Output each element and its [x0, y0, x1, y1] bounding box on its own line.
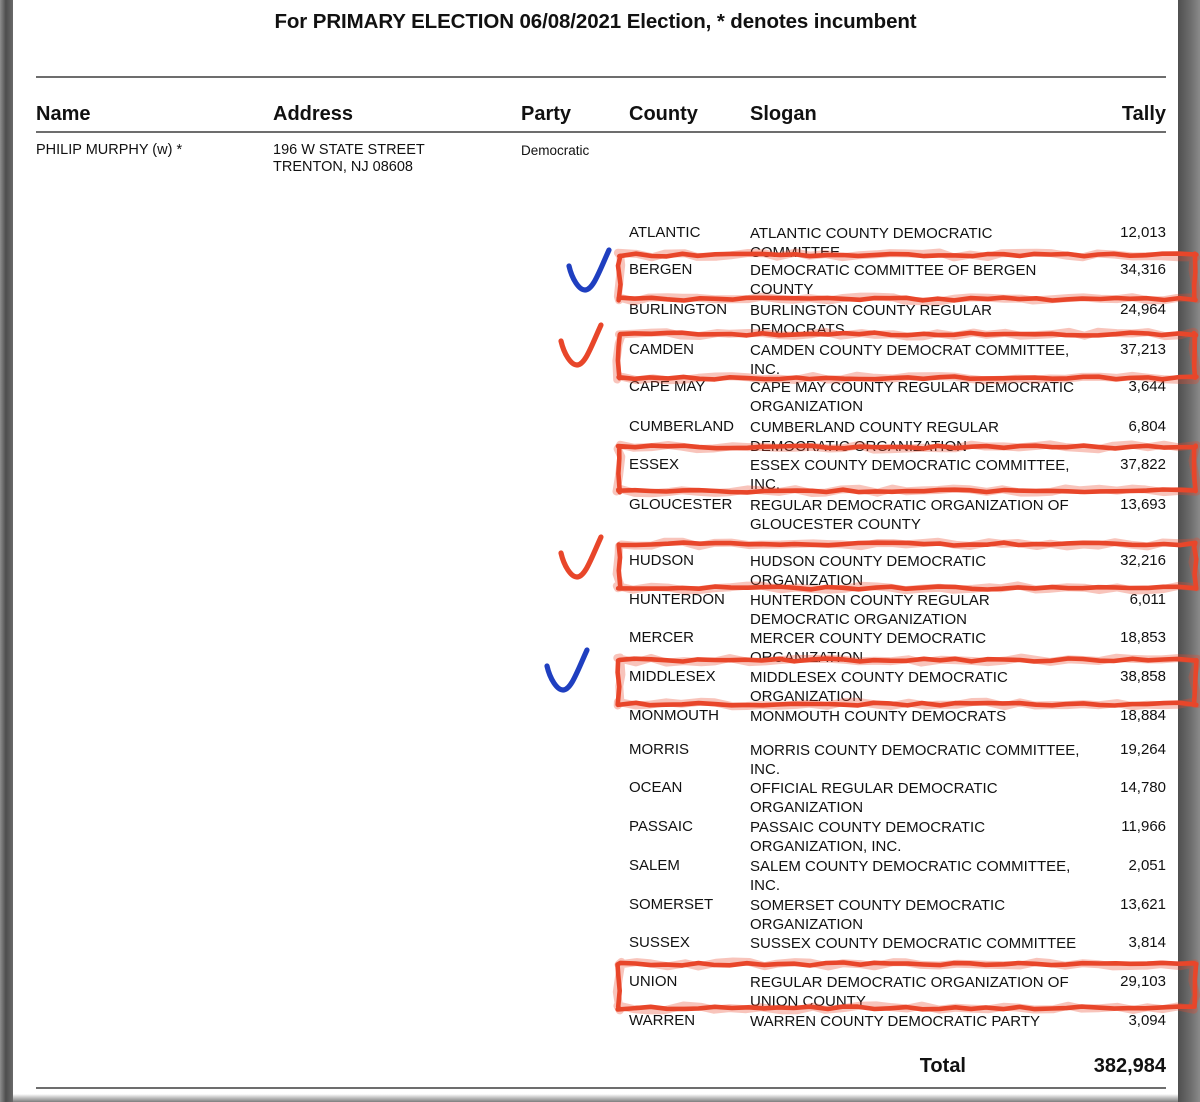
row-county-name: SALEM: [629, 857, 680, 874]
row-tally: 32,216: [1120, 552, 1166, 569]
row-county-name: HUDSON: [629, 552, 695, 569]
row-county-name: OCEAN: [629, 779, 683, 796]
row-county-name: SOMERSET: [629, 896, 714, 913]
row-tally: 18,853: [1120, 629, 1166, 646]
row-county-name: BURLINGTON: [629, 301, 728, 318]
row-tally: 37,213: [1120, 341, 1166, 358]
row-tally: 11,966: [1121, 818, 1166, 835]
page-right-edge-shadow: [1178, 0, 1200, 1102]
row-county-name: ESSEX: [629, 456, 680, 473]
row-county-name: PASSAIC: [629, 818, 693, 835]
document-page: For PRIMARY ELECTION 06/08/2021 Election…: [13, 0, 1178, 1102]
row-tally: 19,264: [1120, 741, 1166, 758]
row-county-name: WARREN: [629, 1012, 696, 1029]
row-tally: 3,094: [1128, 1012, 1166, 1029]
row-county-name: ATLANTIC: [629, 224, 701, 241]
total-value: 382,984: [1093, 1055, 1166, 1077]
row-county-name: CAPE MAY: [629, 378, 706, 395]
row-tally: 29,103: [1120, 973, 1166, 990]
county-tally-list: ATLANTIC ATLANTIC COUNTY DEMOCRATIC COMMI…: [13, 0, 1178, 1102]
row-tally: 13,621: [1120, 896, 1166, 913]
row-tally: 34,316: [1120, 261, 1166, 278]
row-tally: 2,051: [1128, 857, 1166, 874]
row-tally: 18,884: [1120, 707, 1166, 724]
row-county-name: MERCER: [629, 629, 695, 646]
row-county-name: BERGEN: [629, 261, 693, 278]
page-left-edge-shadow: [0, 0, 13, 1102]
row-tally: 6,011: [1129, 591, 1166, 608]
row-tally: 6,804: [1128, 418, 1166, 435]
row-county-name: SUSSEX: [629, 934, 690, 951]
row-tally: 38,858: [1120, 668, 1166, 685]
row-county-name: UNION: [629, 973, 678, 990]
row-tally: 3,644: [1128, 378, 1166, 395]
row-tally: 37,822: [1120, 456, 1166, 473]
page-bottom-edge-shadow: [13, 1094, 1178, 1102]
row-county-name: MONMOUTH: [629, 707, 719, 724]
row-county-name: CAMDEN: [629, 341, 695, 358]
row-county-name: GLOUCESTER: [629, 496, 733, 513]
row-tally: 14,780: [1120, 779, 1166, 796]
row-tally: 3,814: [1128, 934, 1166, 951]
row-tally: 13,693: [1120, 496, 1166, 513]
row-county-name: HUNTERDON: [629, 591, 725, 608]
document-page-wrapper: For PRIMARY ELECTION 06/08/2021 Election…: [0, 0, 1200, 1102]
row-county-name: MIDDLESEX: [629, 668, 716, 685]
row-tally: 24,964: [1120, 301, 1166, 318]
row-county-name: MORRIS: [629, 741, 689, 758]
total-label: Total: [919, 1055, 966, 1077]
row-county-name: CUMBERLAND: [629, 418, 735, 435]
row-tally: 12,013: [1120, 224, 1166, 241]
